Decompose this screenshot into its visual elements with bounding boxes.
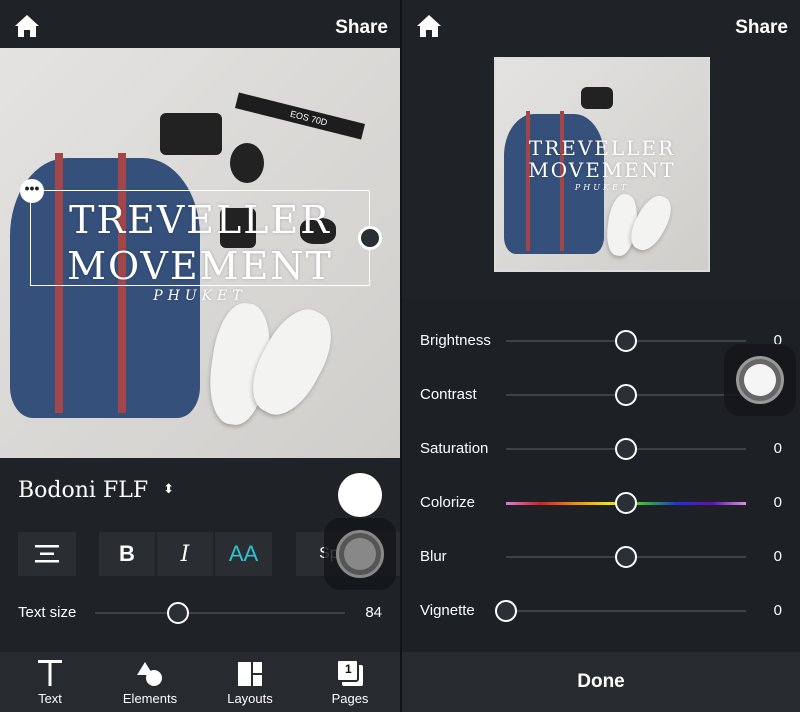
- shapes-icon: [137, 662, 162, 686]
- text-icon: [38, 660, 62, 686]
- page-count-badge: 1: [345, 662, 352, 676]
- slider-label: Saturation: [420, 440, 489, 457]
- text-size-value: 84: [365, 604, 382, 621]
- text-size-slider[interactable]: Text size 84: [0, 598, 400, 628]
- design-preview: TREVELLER MOVEMENT PHUKET: [494, 57, 710, 272]
- slider-label: Contrast: [420, 386, 477, 403]
- slider-label: Colorize: [420, 494, 476, 511]
- tab-text[interactable]: Text: [0, 652, 100, 712]
- slider-track[interactable]: [506, 610, 746, 612]
- tab-elements[interactable]: Elements: [100, 652, 200, 712]
- slider-thumb[interactable]: [495, 600, 517, 622]
- slider-thumb[interactable]: [615, 438, 637, 460]
- slider-value: 0: [773, 548, 782, 565]
- text-color-swatch[interactable]: [338, 473, 382, 517]
- assistive-touch-button[interactable]: [724, 344, 796, 416]
- italic-button[interactable]: I: [157, 532, 213, 576]
- text-editor-screen: Share EOS 70D TREVELLER MOVEMENT PHUKET …: [0, 0, 400, 712]
- home-icon[interactable]: [416, 14, 442, 38]
- preview-title-line1: TREVELLER: [528, 136, 676, 160]
- camera-image: [160, 113, 222, 155]
- slider-vignette[interactable]: Vignette 0: [402, 596, 800, 626]
- home-icon[interactable]: [14, 14, 40, 38]
- slider-track[interactable]: [95, 612, 345, 614]
- slider-value: 0: [773, 440, 782, 457]
- slider-thumb[interactable]: [615, 492, 637, 514]
- bold-button[interactable]: B: [99, 532, 155, 576]
- slider-label: Brightness: [420, 332, 491, 349]
- slider-label: Vignette: [420, 602, 475, 619]
- font-name: Bodoni FLF: [18, 478, 149, 503]
- align-center-icon: [35, 545, 59, 563]
- text-size-label: Text size: [18, 604, 77, 621]
- slider-value: 0: [773, 602, 782, 619]
- slider-thumb[interactable]: [615, 546, 637, 568]
- slider-thumb[interactable]: [615, 384, 637, 406]
- slider-blur[interactable]: Blur 0: [402, 542, 800, 572]
- tab-pages[interactable]: 1 Pages: [300, 652, 400, 712]
- bottom-tab-bar: Text Elements Layouts 1 Pages: [0, 652, 400, 712]
- slider-label: Blur: [420, 548, 447, 565]
- text-selection-box[interactable]: [30, 190, 370, 286]
- slider-colorize[interactable]: Colorize 0: [402, 488, 800, 518]
- slider-saturation[interactable]: Saturation 0: [402, 434, 800, 464]
- tab-layouts[interactable]: Layouts: [200, 652, 300, 712]
- filters-screen: Share TREVELLER MOVEMENT PHUKET Brightne…: [402, 0, 800, 712]
- top-bar: Share: [0, 0, 400, 48]
- resize-handle[interactable]: [358, 226, 382, 250]
- chevron-updown-icon: ⬍: [163, 482, 174, 497]
- slider-thumb[interactable]: [166, 602, 189, 624]
- overlay-subtitle: PHUKET: [153, 288, 247, 304]
- done-button[interactable]: Done: [402, 652, 800, 712]
- align-center-button[interactable]: [18, 532, 76, 576]
- share-button[interactable]: Share: [335, 17, 388, 39]
- caps-button[interactable]: AA: [215, 532, 272, 576]
- slider-value: 0: [773, 494, 782, 511]
- more-options-icon[interactable]: •••: [20, 179, 44, 203]
- design-canvas[interactable]: EOS 70D TREVELLER MOVEMENT PHUKET •••: [0, 48, 400, 458]
- share-button[interactable]: Share: [735, 17, 788, 39]
- preview-subtitle: PHUKET: [574, 183, 630, 192]
- layout-icon: [238, 662, 262, 686]
- camera-strap: EOS 70D: [234, 92, 366, 140]
- top-bar: Share: [402, 0, 800, 48]
- slider-thumb[interactable]: [615, 330, 637, 352]
- font-picker[interactable]: Bodoni FLF ⬍: [18, 478, 174, 503]
- assistive-touch-button[interactable]: [324, 518, 396, 590]
- preview-title-line2: MOVEMENT: [528, 158, 676, 182]
